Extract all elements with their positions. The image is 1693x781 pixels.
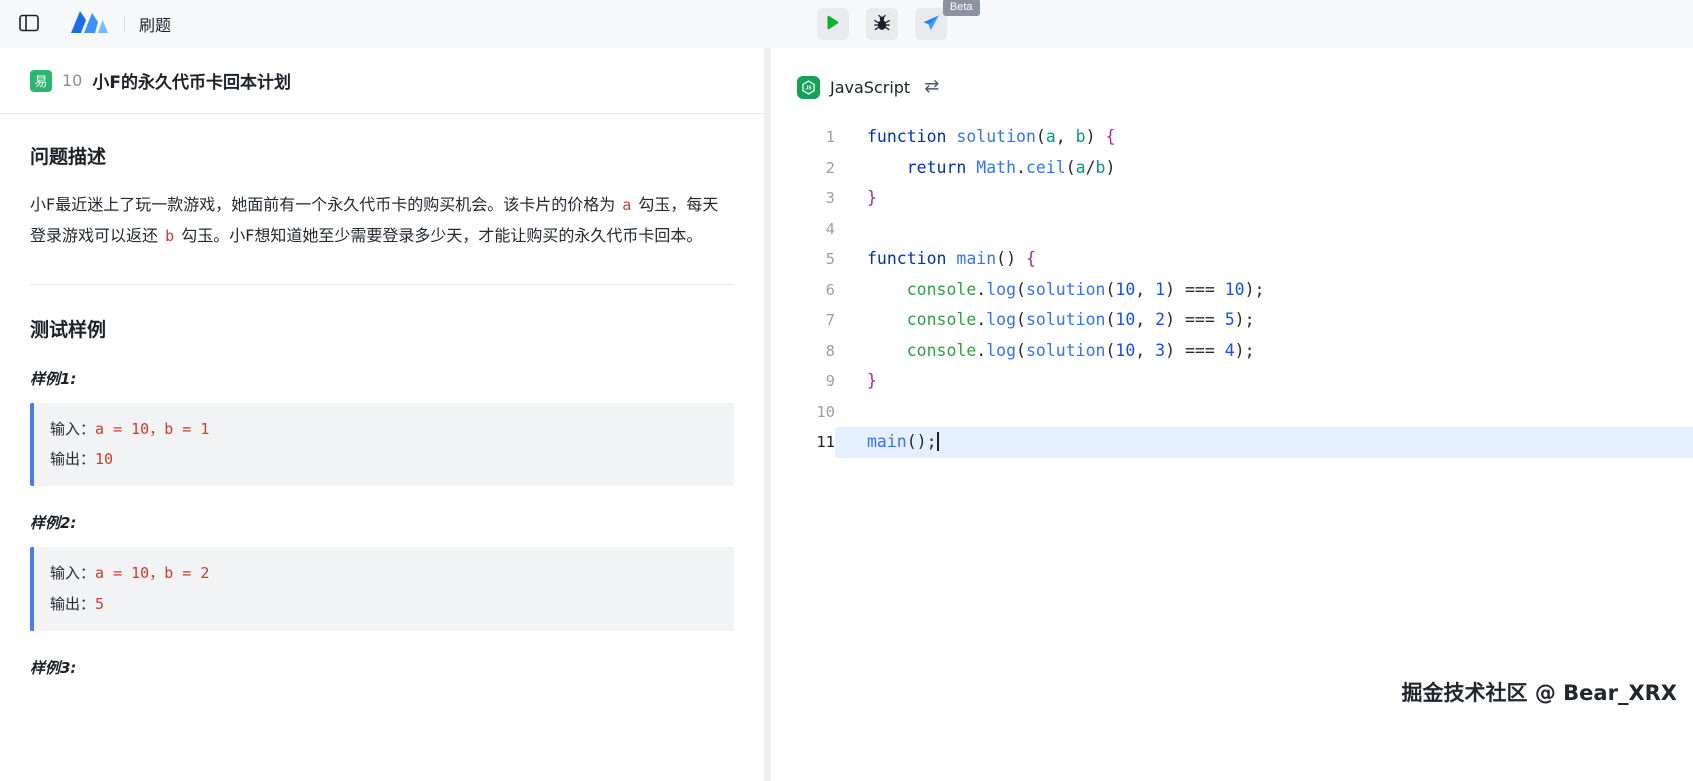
marscode-logo-icon bbox=[68, 9, 110, 39]
code-line[interactable]: 5function main() { bbox=[771, 244, 1693, 275]
code-line-text: function solution(a, b) { bbox=[835, 122, 1693, 153]
code-line[interactable]: 10 bbox=[771, 397, 1693, 428]
sample-label: 样例1: bbox=[30, 368, 734, 389]
line-number: 10 bbox=[771, 397, 835, 428]
inline-code: b bbox=[163, 227, 176, 245]
description-heading: 问题描述 bbox=[30, 142, 734, 169]
problem-id: 10 bbox=[62, 71, 82, 90]
line-number: 7 bbox=[771, 305, 835, 336]
sample-label: 样例2: bbox=[30, 512, 734, 533]
line-number: 6 bbox=[771, 275, 835, 306]
code-line-text bbox=[835, 397, 1693, 428]
sample-block: 输入：a = 10，b = 1输出：10 bbox=[30, 403, 734, 487]
code-line[interactable]: 2 return Math.ceil(a/b) bbox=[771, 153, 1693, 184]
topbar: 刷题 bbox=[0, 0, 1693, 48]
line-number: 2 bbox=[771, 153, 835, 184]
bug-icon bbox=[873, 14, 891, 35]
code-line[interactable]: 1function solution(a, b) { bbox=[771, 122, 1693, 153]
code-line-text: console.log(solution(10, 3) === 4); bbox=[835, 336, 1693, 367]
sample-row: 输出：10 bbox=[50, 444, 718, 475]
line-number: 3 bbox=[771, 183, 835, 214]
play-icon bbox=[826, 15, 839, 33]
section-divider bbox=[30, 284, 734, 285]
code-line[interactable]: 3} bbox=[771, 183, 1693, 214]
inline-code: a bbox=[620, 196, 633, 214]
sample-row: 输出：5 bbox=[50, 589, 718, 620]
code-line[interactable]: 6 console.log(solution(10, 1) === 10); bbox=[771, 275, 1693, 306]
line-number: 5 bbox=[771, 244, 835, 275]
code-line-text: main(); bbox=[835, 427, 1693, 458]
problem-header: 易 10 小F的永久代币卡回本计划 bbox=[0, 48, 764, 114]
line-number: 9 bbox=[771, 366, 835, 397]
problem-panel: 易 10 小F的永久代币卡回本计划 问题描述 小F最近迷上了玩一款游戏，她面前有… bbox=[0, 48, 764, 781]
code-line-text: return Math.ceil(a/b) bbox=[835, 153, 1693, 184]
code-line[interactable]: 9} bbox=[771, 366, 1693, 397]
language-name: JavaScript bbox=[830, 78, 910, 97]
code-line-text: console.log(solution(10, 1) === 10); bbox=[835, 275, 1693, 306]
paper-plane-icon bbox=[922, 14, 940, 35]
sidebar-toggle-button[interactable] bbox=[14, 9, 44, 39]
topbar-left: 刷题 bbox=[14, 9, 171, 39]
sample-label: 样例3: bbox=[30, 657, 734, 678]
sidebar-toggle-icon bbox=[19, 14, 39, 35]
sample-row: 输入：a = 10，b = 2 bbox=[50, 558, 718, 589]
sample-block: 输入：a = 10，b = 2输出：5 bbox=[30, 547, 734, 631]
code-line-text: } bbox=[835, 183, 1693, 214]
samples-list: 样例1: 输入：a = 10，b = 1输出：10 样例2: 输入：a = 10，b … bbox=[30, 368, 734, 678]
problem-body: 问题描述 小F最近迷上了玩一款游戏，她面前有一个永久代币卡的购买机会。该卡片的价… bbox=[0, 114, 764, 720]
svg-text:JS: JS bbox=[805, 85, 812, 91]
run-button[interactable] bbox=[817, 8, 849, 40]
watermark: 掘金技术社区 @ Bear_XRX bbox=[1402, 677, 1677, 707]
description-text: 勾玉。小F想知道她至少需要登录多少天，才能让购买的永久代币卡回本。 bbox=[176, 226, 702, 245]
swap-language-icon[interactable]: ⇄ bbox=[924, 78, 939, 96]
submit-button[interactable]: Beta bbox=[915, 8, 947, 40]
code-line[interactable]: 11main(); bbox=[771, 427, 1693, 458]
samples-heading: 测试样例 bbox=[30, 315, 734, 342]
difficulty-badge: 易 bbox=[30, 70, 52, 92]
editor-panel: JS JavaScript ⇄ 1function solution(a, b)… bbox=[771, 48, 1693, 781]
debug-button[interactable] bbox=[866, 8, 898, 40]
code-line[interactable]: 4 bbox=[771, 214, 1693, 245]
line-number: 11 bbox=[771, 427, 835, 458]
code-line[interactable]: 8 console.log(solution(10, 3) === 4); bbox=[771, 336, 1693, 367]
problem-description: 小F最近迷上了玩一款游戏，她面前有一个永久代币卡的购买机会。该卡片的价格为 a … bbox=[30, 189, 734, 252]
code-line-text: console.log(solution(10, 2) === 5); bbox=[835, 305, 1693, 336]
description-text: 小F最近迷上了玩一款游戏，她面前有一个永久代币卡的购买机会。该卡片的价格为 bbox=[30, 195, 620, 214]
app-logo[interactable] bbox=[68, 9, 110, 39]
line-number: 8 bbox=[771, 336, 835, 367]
app-name: 刷题 bbox=[139, 12, 171, 36]
sample-row: 输入：a = 10，b = 1 bbox=[50, 414, 718, 445]
code-editor[interactable]: 1function solution(a, b) {2 return Math.… bbox=[771, 116, 1693, 458]
code-line-text: } bbox=[835, 366, 1693, 397]
brand-divider bbox=[124, 16, 125, 32]
code-line-text bbox=[835, 214, 1693, 245]
editor-actions: Beta bbox=[817, 8, 947, 40]
code-line-text: function main() { bbox=[835, 244, 1693, 275]
line-number: 1 bbox=[771, 122, 835, 153]
code-line[interactable]: 7 console.log(solution(10, 2) === 5); bbox=[771, 305, 1693, 336]
beta-badge: Beta bbox=[943, 0, 980, 16]
problem-title: 小F的永久代币卡回本计划 bbox=[92, 68, 291, 93]
main-split: 易 10 小F的永久代币卡回本计划 问题描述 小F最近迷上了玩一款游戏，她面前有… bbox=[0, 48, 1693, 781]
editor-header: JS JavaScript ⇄ bbox=[771, 48, 1693, 116]
line-number: 4 bbox=[771, 214, 835, 245]
javascript-icon: JS bbox=[797, 76, 820, 99]
text-cursor bbox=[937, 432, 939, 451]
